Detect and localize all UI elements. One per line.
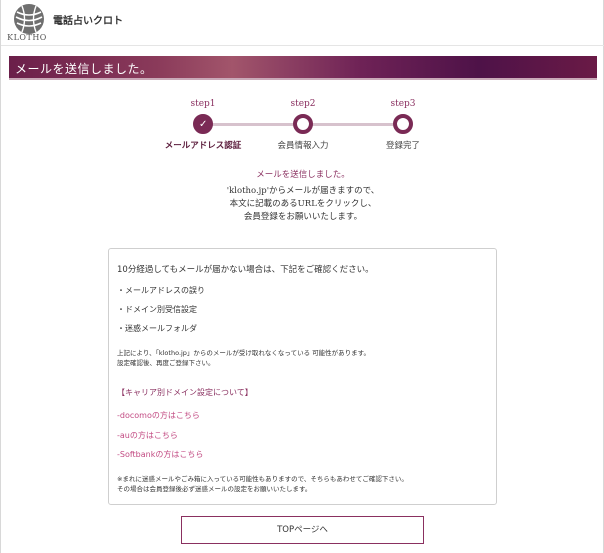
step3-label: step3 bbox=[390, 99, 416, 109]
site-name: 電話占いクロト bbox=[53, 16, 123, 27]
top-page-button[interactable]: TOPページへ bbox=[181, 516, 424, 544]
step2-name: 会員情報入力 bbox=[277, 141, 329, 151]
step1-label: step1 bbox=[190, 99, 216, 109]
page-frame: KLOTHO 電話占いクロト メールを送信しました。 step1 ✓ メールアド… bbox=[0, 0, 604, 553]
step2-label: step2 bbox=[290, 99, 316, 109]
carrier-domain-heading: 【キャリア別ドメイン設定について】 bbox=[117, 388, 253, 397]
site-header: KLOTHO 電話占いクロト bbox=[1, 0, 604, 46]
reason-item: ・ドメイン別受信設定 bbox=[117, 305, 197, 314]
page-title-banner: メールを送信しました。 bbox=[9, 56, 597, 80]
step3-indicator bbox=[393, 114, 413, 134]
reason-item: ・メールアドレスの誤り bbox=[117, 286, 205, 295]
step3-name: 登録完了 bbox=[385, 141, 420, 151]
troubleshoot-note: 設定確認後、再度ご登録下さい。 bbox=[117, 359, 215, 367]
step2-indicator bbox=[293, 114, 313, 134]
message-line: 本文に記載のあるURLをクリックし、 bbox=[229, 199, 377, 209]
message-line: 'klotho.jp'からメールが届きますので、 bbox=[226, 186, 380, 196]
step1-indicator: ✓ bbox=[193, 114, 213, 134]
spam-folder-note: ※まれに迷惑メールやごみ箱に入っている可能性もありますので、そちらもあわせてご確… bbox=[117, 475, 408, 483]
check-icon: ✓ bbox=[199, 119, 208, 130]
troubleshoot-heading: 10分経過してもメールが届かない場合は、下記をご確認ください。 bbox=[117, 265, 374, 275]
au-link[interactable]: -auの方はこちら bbox=[117, 430, 178, 441]
spam-folder-note: その場合は会員登録後必ず迷惑メールの設定をお願いいたします。 bbox=[117, 485, 312, 493]
logo-wordmark: KLOTHO bbox=[7, 33, 47, 42]
troubleshoot-box: 10分経過してもメールが届かない場合は、下記をご確認ください。 ・メールアドレス… bbox=[108, 248, 497, 505]
step-connector bbox=[209, 123, 293, 126]
message-line: 会員登録をお願いいたします。 bbox=[243, 212, 363, 222]
step-connector bbox=[309, 123, 393, 126]
klotho-emblem-icon bbox=[14, 4, 44, 34]
reason-item: ・迷惑メールフォルダ bbox=[117, 324, 197, 333]
softbank-link[interactable]: -Softbankの方はこちら bbox=[117, 449, 203, 460]
page-title: メールを送信しました。 bbox=[15, 62, 153, 76]
docomo-link[interactable]: -docomoの方はこちら bbox=[117, 410, 200, 421]
step1-name: メールアドレス認証 bbox=[164, 141, 242, 151]
troubleshoot-note: 上記により、「klotho.jp」からのメールが受け取れなくなっている 可能性が… bbox=[117, 349, 371, 357]
sent-message-title: メールを送信しました。 bbox=[256, 170, 350, 180]
registration-steps: step1 ✓ メールアドレス認証 step2 会員情報入力 step3 登録完… bbox=[1, 95, 604, 155]
sent-message-body: 'klotho.jp'からメールが届きますので、 本文に記載のあるURLをクリッ… bbox=[1, 185, 604, 224]
